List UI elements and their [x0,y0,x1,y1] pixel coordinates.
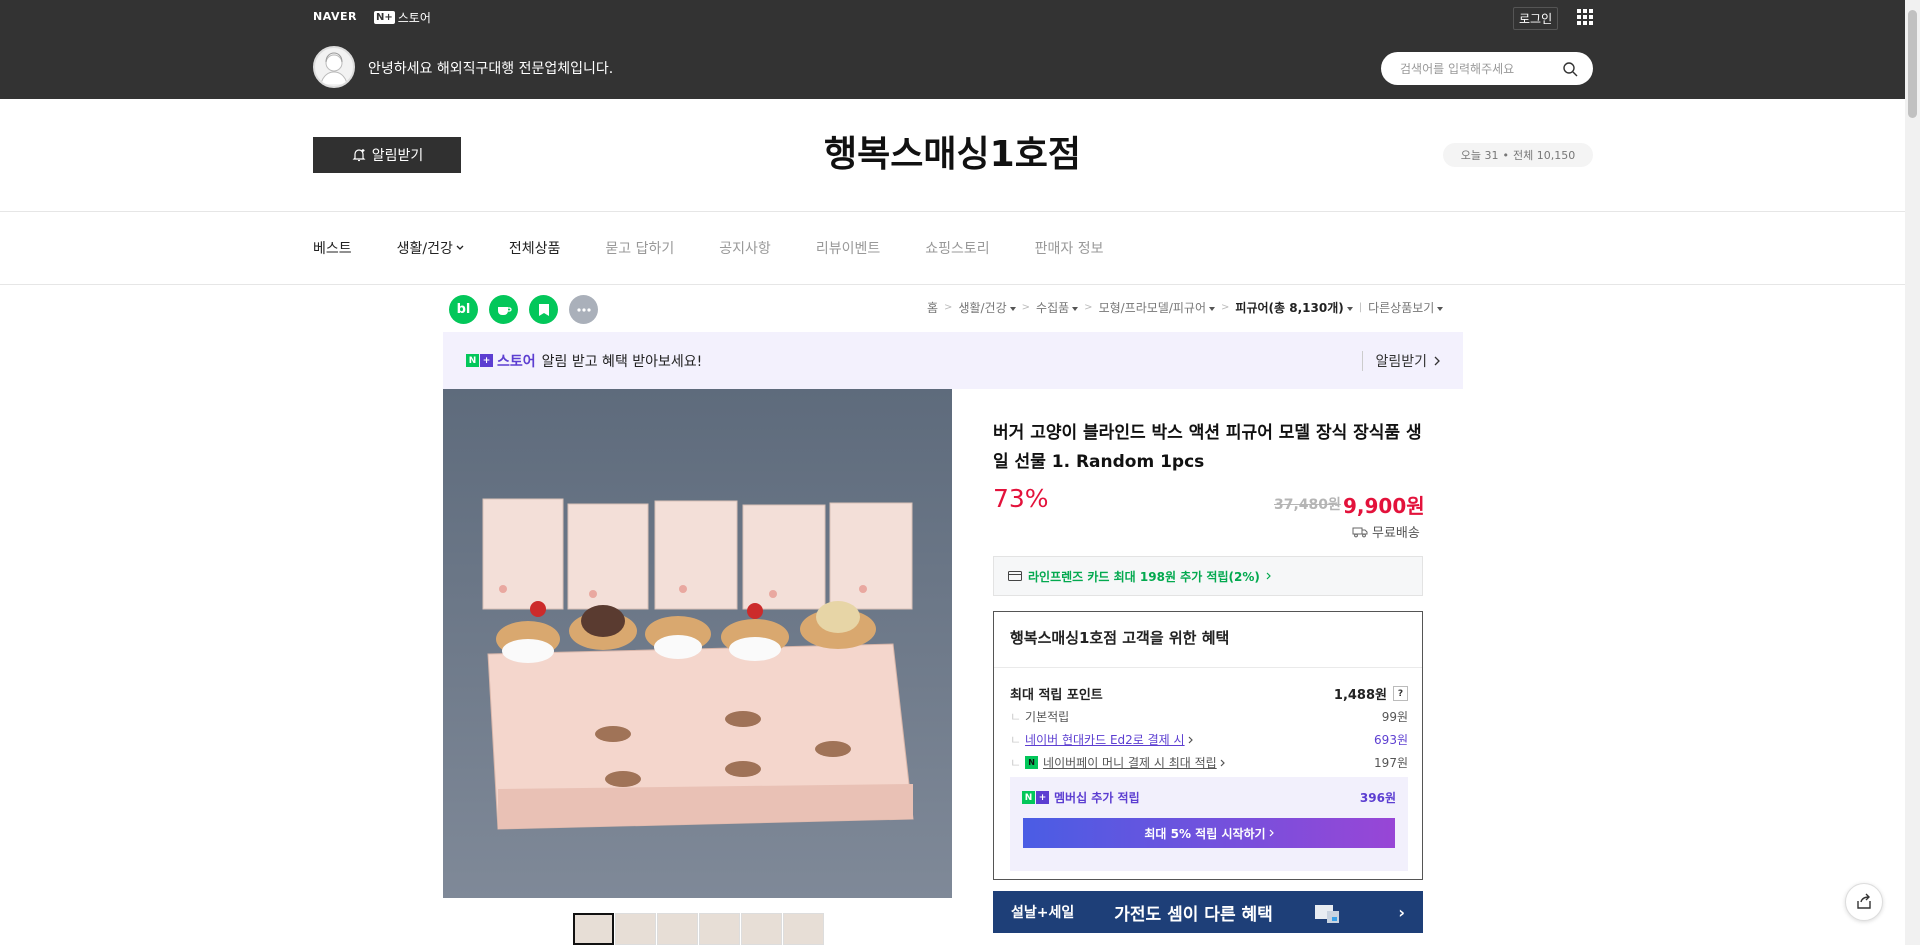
blog-icon[interactable]: bl [449,295,478,324]
chevron-right-icon [1269,829,1274,837]
store-greeting: 안녕하세요 해외직구대행 전문업체입니다. [368,61,614,77]
original-price: 37,480원 [1274,497,1341,513]
store-logo-text: 스토어 [397,11,431,25]
chevron-right-icon [1434,356,1440,365]
nav-seller-info[interactable]: 판매자 정보 [1035,236,1104,260]
nplus-badge: N+ [466,354,493,367]
nplus-badge: N+ [374,11,395,24]
search-icon[interactable] [1562,61,1578,77]
sale-price: 9,900원 [1343,494,1425,518]
help-icon[interactable]: ? [1393,686,1408,701]
points-row-npay[interactable]: ㄴ N 네이버페이 머니 결제 시 최대 적립 197원 [1010,754,1408,771]
store-header: NAVER N+ 스토어 로그인 안녕하세요 해외직구대행 전문업체입니다. [0,0,1905,99]
bell-plus-icon [352,149,366,162]
customer-benefit-box: 행복스매싱1호점 고객을 위한 혜택 최대 적립 포인트 1,488원 ? ㄴ기… [993,611,1423,880]
nplus-badge: N + [1022,791,1049,804]
cafe-icon[interactable] [489,295,518,324]
store-promo-bar: N + 스토어 알림 받고 혜택 받아보세요! 알림받기 [443,332,1463,389]
page-scrollbar[interactable] [1905,0,1920,945]
visits-total: 전체 10,150 [1513,149,1576,162]
membership-value: 396원 [1359,791,1396,805]
store-avatar[interactable] [313,46,355,88]
thumbnail[interactable] [573,913,614,945]
apps-grid-icon[interactable] [1577,9,1593,25]
product-main-image[interactable] [443,389,952,898]
promo-store-label: 스토어 [497,353,536,370]
shipping-text: 무료배송 [1372,526,1420,541]
alarm-button-label: 알림받기 [371,148,424,164]
share-icons: bl [449,295,598,324]
breadcrumb-item[interactable]: 수집품 [1036,299,1079,316]
alarm-button[interactable]: 알림받기 [313,137,461,173]
nav-all-products[interactable]: 전체상품 [509,236,561,260]
nav-life-health[interactable]: 생활/건강 [397,236,464,260]
nav-qna[interactable]: 묻고 답하기 [605,236,674,260]
more-icon[interactable] [569,295,598,324]
share-button[interactable] [1845,883,1883,921]
chevron-right-icon [1220,759,1225,766]
credit-card-icon [1008,571,1022,581]
nav-life-health-label: 생활/건강 [396,241,453,257]
thumbnail[interactable] [657,913,698,945]
discount-rate: 73% [993,484,1049,513]
visit-counter: 오늘 31 • 전체 10,150 [1443,143,1593,167]
bookmark-icon[interactable] [529,295,558,324]
nav-shopping-story[interactable]: 쇼핑스토리 [925,236,989,260]
thumbnail[interactable] [699,913,740,945]
benefit-title: 행복스매싱1호점 고객을 위한 혜택 [1010,629,1230,647]
search-box [1381,52,1593,85]
store-title[interactable]: 행복스매싱1호점 [760,125,1145,177]
divider [0,284,1905,285]
max-points-row: 최대 적립 포인트 1,488원 ? [1010,684,1408,703]
card-offer-text: 라인프렌즈 카드 최대 198원 추가 적립(2%) [1028,569,1260,584]
membership-panel: N + 멤버십 추가 적립 396원 최대 5% 적립 시작하기 [1010,777,1408,871]
max-points-label: 최대 적립 포인트 [1010,688,1103,703]
naver-logo[interactable]: NAVER [313,10,357,23]
visits-separator: • [1502,148,1510,162]
appliance-icon [1314,905,1339,923]
membership-label: 멤버십 추가 적립 [1054,791,1140,805]
thumbnail[interactable] [615,913,656,945]
divider [0,211,1905,212]
banner-right-text: 가전도 셈이 다른 혜택 [1114,904,1273,925]
other-products-link[interactable]: 다른상품보기 [1368,299,1444,316]
breadcrumb-item[interactable]: 모형/프라모델/피규어 [1099,299,1216,316]
login-button[interactable]: 로그인 [1513,7,1559,30]
truck-icon [1352,527,1368,537]
breadcrumb-current[interactable]: 피규어(총 8,130개) [1235,299,1353,316]
scrollbar-thumb[interactable] [1908,10,1917,118]
card-offer[interactable]: 라인프렌즈 카드 최대 198원 추가 적립(2%) [993,556,1423,596]
visits-today: 오늘 31 [1460,149,1499,162]
nav-review-event[interactable]: 리뷰이벤트 [816,236,880,260]
breadcrumb: 홈 > 생활/건강 > 수집품 > 모형/프라모델/피규어 > 피규어(총 8,… [927,299,1444,316]
chevron-down-icon [456,245,464,250]
sale-banner[interactable]: 설날+세일 가전도 셈이 다른 혜택 › [993,891,1423,933]
max-points-value: 1,488원 [1333,688,1387,703]
share-icon [1857,893,1871,909]
membership-row: N + 멤버십 추가 적립 396원 [1022,789,1396,806]
chevron-right-icon [1266,572,1271,580]
nav-notice[interactable]: 공지사항 [719,236,771,260]
membership-start-button[interactable]: 최대 5% 적립 시작하기 [1023,818,1395,848]
points-row-card[interactable]: ㄴ 네이버 현대카드 Ed2로 결제 시 693원 [1010,731,1408,748]
promo-alarm-label: 알림받기 [1375,353,1427,370]
search-input[interactable] [1400,61,1560,76]
npay-icon: N [1025,756,1039,769]
nav-best[interactable]: 베스트 [313,236,352,260]
product-name: 버거 고양이 블라인드 박스 액션 피규어 모델 장식 장식품 생일 선물 1.… [993,423,1422,472]
chevron-right-icon: › [1398,902,1405,922]
breadcrumb-home[interactable]: 홈 [927,299,938,316]
points-row-basic: ㄴ 기본적립 99원 [1010,710,1408,724]
chevron-right-icon [1188,736,1193,743]
thumbnail[interactable] [783,913,824,945]
promo-alarm-button[interactable]: 알림받기 [1362,350,1440,371]
shipping-info: 무료배송 [1352,522,1420,541]
promo-text: 알림 받고 혜택 받아보세요! [541,353,703,370]
thumbnail-strip [573,913,824,945]
banner-left-text: 설날+세일 [1011,905,1075,921]
nplus-store-logo[interactable]: N+ 스토어 [374,9,431,26]
breadcrumb-item[interactable]: 생활/건강 [958,299,1016,316]
thumbnail[interactable] [741,913,782,945]
store-nav: 베스트 생활/건강 전체상품 묻고 답하기 공지사항 리뷰이벤트 쇼핑스토리 판… [313,236,1148,260]
